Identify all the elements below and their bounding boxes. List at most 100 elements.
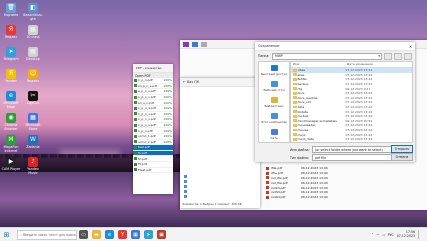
pdf-file-icon <box>134 162 137 166</box>
desktop-icon[interactable]: ✂ CapCut <box>22 91 44 106</box>
windows-start-icon[interactable]: ⊞ <box>2 230 11 239</box>
pdf-file-icon <box>266 190 269 194</box>
desktop-icon-label: Chrome Browser <box>4 123 18 131</box>
folder-icon <box>293 82 297 86</box>
app-icon: ♪ <box>28 157 38 167</box>
folder-date: 07.12.2023 13:24 <box>345 128 373 133</box>
pdf-file-icon <box>266 176 269 180</box>
explorer-file-row[interactable]: lfile.pdf 06.12.2023 13:00 <box>266 166 336 171</box>
volume-icon[interactable]: ◁ <box>382 233 384 237</box>
place-item[interactable]: Этот компьютер <box>259 110 289 126</box>
filetype-select[interactable]: pdf file <box>312 154 392 161</box>
explorer-nav-item[interactable]: Локальный диск <box>184 189 218 194</box>
pdf-file-icon <box>134 106 137 110</box>
taskbar-telegram-icon[interactable]: ➤ <box>144 230 153 239</box>
explorer-file-name: rsd2d.pdf <box>271 185 286 190</box>
folder-row[interactable]: mxyz_data 07.12.2023 13:24 <box>291 137 412 142</box>
desktop-icon[interactable]: ➤ Telegram <box>0 47 22 62</box>
explorer-nav-label: Рабочий стол <box>189 184 211 189</box>
place-item[interactable]: Сеть <box>259 126 289 142</box>
save-dialog-titlebar[interactable]: Сохранение ✕ <box>255 42 415 51</box>
open-button[interactable]: Открыть <box>391 145 413 153</box>
filename-input[interactable]: (or select folder where you want to sele… <box>312 146 392 153</box>
desktop-icon[interactable]: ▶ CAM Player <box>0 157 22 172</box>
folder-icon <box>293 133 297 136</box>
file-explorer-window[interactable]: ← Bas ПК Музыка Объемные объекты Рабочий с… <box>180 78 328 208</box>
back-arrow-icon[interactable]: ← <box>183 80 186 84</box>
up-folder-icon[interactable] <box>384 52 392 60</box>
desktop-icon[interactable]: ☺ Яндекс <box>22 69 44 84</box>
language-indicator[interactable]: РУС <box>388 233 394 237</box>
desktop-icon[interactable]: ▦ Microsoft Store <box>22 113 44 131</box>
desktop-icon[interactable]: ▤ Desktop <box>22 47 44 62</box>
desktop-icon[interactable]: ▤ 10 class <box>22 25 44 40</box>
show-desktop-button[interactable] <box>418 230 423 239</box>
taskbar-yandex-icon[interactable]: Y <box>118 230 127 239</box>
taskbar-pdf-icon[interactable]: ▣ <box>157 230 166 239</box>
desktop-icon[interactable]: Я Яндекс <box>0 25 22 40</box>
app-icon: 🗑 <box>6 3 16 13</box>
new-folder-icon[interactable] <box>394 52 402 60</box>
column-date[interactable]: Дата изменения <box>345 62 373 67</box>
taskbar-edge-icon[interactable]: e <box>105 230 114 239</box>
place-item[interactable]: Быстрый доступ <box>259 62 289 78</box>
explorer-toolbar[interactable]: ← Bas ПК <box>180 78 260 87</box>
explorer-nav-item[interactable]: Сеть <box>184 194 218 199</box>
taskbar-task-view-icon[interactable]: ▭ <box>79 230 88 239</box>
taskbar-search[interactable]: ⌕ Введите здесь текст для поиска <box>17 229 77 240</box>
place-label: Быстрый доступ <box>260 71 288 76</box>
folder-name: libdata <box>297 109 308 114</box>
pdf-row-name: f3.pdf <box>138 162 147 167</box>
clock[interactable]: 17:56 07.12.2023 <box>397 230 415 239</box>
pdf-file-icon <box>266 181 269 185</box>
view-menu-icon[interactable] <box>404 52 412 60</box>
taskbar-store-icon[interactable]: ▦ <box>131 230 140 239</box>
explorer-file-row[interactable]: rsd3d.pdf 06.12.2023 13:00 <box>266 190 336 195</box>
pdf-row-name: n_p_n_v.pdf <box>138 111 156 116</box>
explorer-file-date: 06.12.2023 13:00 <box>301 190 328 195</box>
desktop-icon[interactable]: e Microsoft Edge <box>0 91 22 109</box>
pdf-converter-window[interactable]: PDF - конвертер Open PDF 1_p_n.pdf 100% sd… <box>133 64 173 194</box>
desktop-icon[interactable]: ◧ Bazardelvo-gta <box>22 3 44 21</box>
pdf-file-list: 1_p_n.pdf 100% sd_p_n_s.pdf 100% a_p_n_v.pdf… <box>133 78 173 174</box>
explorer-nav-item[interactable]: Объемные объекты <box>184 178 218 186</box>
folder-date: 06.12.2023 20:52 <box>345 118 373 123</box>
column-name[interactable]: Имя <box>291 62 345 67</box>
wifi-icon[interactable]: ◠ <box>376 233 379 237</box>
chevron-up-icon[interactable]: ˄ <box>372 233 374 237</box>
app-icon: ☺ <box>28 69 38 79</box>
explorer-file-row[interactable]: rfile.pdf 06.12.2023 13:00 <box>266 171 336 176</box>
pdf-row-progress: 100% <box>163 100 172 105</box>
desktop-icon[interactable]: Я Yandex <box>0 69 22 84</box>
save-dialog[interactable]: Сохранение ✕ Папка: MWP ▾ Быстрый доступ Р… <box>255 42 415 162</box>
folder-date: 07.12.2023 13:24 <box>345 114 373 119</box>
explorer-file-row[interactable]: rsd2d.pdf 06.12.2023 13:00 <box>266 185 336 190</box>
folder-date: 07.12.2023 13:24 <box>345 82 373 87</box>
pdf-file-icon <box>134 168 137 172</box>
explorer-file-name: rsd_file.pdf <box>271 180 288 185</box>
folder-icon <box>293 68 297 72</box>
close-icon[interactable]: ✕ <box>406 42 415 50</box>
app-icon <box>183 41 189 47</box>
app-icon: W <box>28 135 38 145</box>
desktop-icon[interactable]: ♪ Yandex Music <box>22 157 44 175</box>
place-label: Этот компьютер <box>260 119 288 124</box>
explorer-file-row[interactable]: rsd4d.pdf 06.12.2023 13:00 <box>266 195 336 200</box>
pdf-row-name: 1_p_n_s.pdf <box>138 123 156 128</box>
cancel-button[interactable]: Отмена <box>391 153 413 161</box>
folder-dropdown[interactable]: MWP ▾ <box>272 52 382 60</box>
desktop-icon[interactable]: ◉ Chrome Browser <box>0 113 22 131</box>
desktop-icon[interactable]: W Zadanie <box>22 135 44 150</box>
place-item[interactable]: Рабочий стол <box>259 78 289 94</box>
explorer-nav-label: Локальный диск <box>189 189 216 194</box>
desktop-icon[interactable]: 🗑 Корзина <box>0 3 22 18</box>
explorer-file-row[interactable]: rsd_file.pdf 06.12.2023 13:00 <box>266 176 336 181</box>
pdf-row[interactable]: Ftest.pdf <box>133 168 173 174</box>
explorer-file-row[interactable]: rsd_file.pdf 06.12.2023 13:00 <box>266 180 336 185</box>
place-item[interactable]: Библиотеки <box>259 94 289 110</box>
pdf-window-titlebar[interactable]: PDF - конвертер <box>133 64 173 73</box>
folder-name: docs_old <box>297 100 311 105</box>
taskbar-explorer-icon[interactable]: ▬ <box>92 230 101 239</box>
desktop-icon[interactable]: M MegaFon Internet <box>0 135 22 153</box>
folder-icon <box>293 73 297 77</box>
